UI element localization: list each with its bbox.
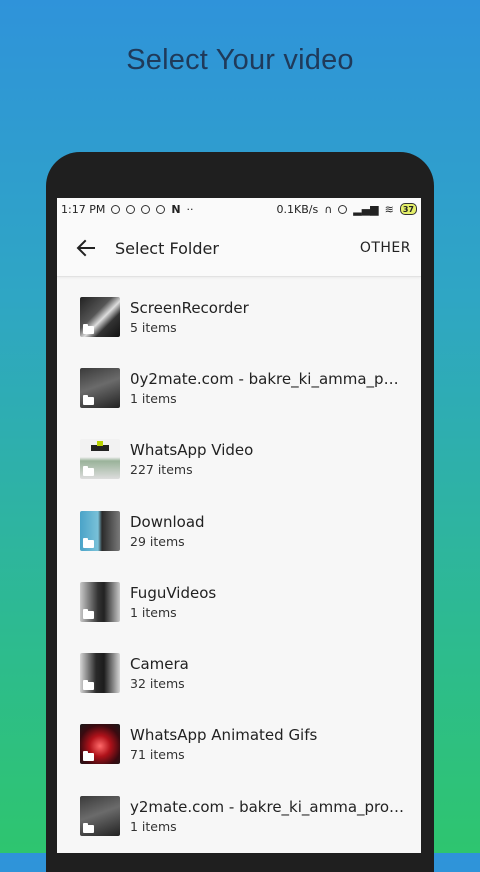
folder-icon (83, 751, 94, 762)
folder-icon (83, 323, 94, 334)
folder-name: FuguVideos (130, 583, 217, 602)
folder-thumbnail (80, 367, 120, 408)
folder-name: Camera (130, 655, 189, 674)
back-button[interactable] (57, 220, 115, 276)
camera-icon (126, 204, 136, 214)
folder-name: WhatsApp Video (130, 441, 254, 460)
folder-thumbnail (80, 795, 120, 836)
folder-icon (83, 394, 94, 405)
other-button[interactable]: OTHER (350, 240, 421, 256)
folder-icon (83, 537, 94, 548)
app-icon (141, 204, 151, 214)
folder-count: 71 items (130, 747, 185, 763)
folder-icon (83, 608, 94, 619)
list-item[interactable]: Camera 32 items (57, 637, 421, 708)
list-item[interactable]: WhatsApp Animated Gifs 71 items (57, 709, 421, 780)
folder-list: ScreenRecorder 5 items 0y2mate.com - bak… (57, 277, 421, 851)
folder-count: 227 items (130, 462, 193, 478)
alarm-clock-icon (338, 204, 348, 214)
folder-count: 29 items (130, 533, 185, 549)
folder-count: 1 items (130, 818, 177, 834)
folder-name: 0y2mate.com - bakre_ki_amma_p… (130, 369, 399, 388)
phone-screen: 1:17 PM N ·· 0.1KB/s ∩ ▂▄▆ ≋ 37 Select F… (57, 198, 421, 853)
folder-thumbnail (80, 653, 120, 694)
list-item[interactable]: WhatsApp Video 227 items (57, 424, 421, 495)
folder-thumbnail (80, 439, 120, 480)
headphones-icon: ∩ (324, 202, 333, 216)
folder-count: 32 items (130, 676, 185, 692)
folder-thumbnail (80, 510, 120, 551)
nfc-icon: N (171, 202, 181, 216)
folder-thumbnail (80, 296, 120, 337)
list-item[interactable]: y2mate.com - bakre_ki_amma_pro… 1 items (57, 780, 421, 851)
alarm-icon (156, 204, 166, 214)
battery-icon: 37 (399, 203, 417, 215)
notification-icon (111, 204, 121, 214)
folder-name: WhatsApp Animated Gifs (130, 726, 318, 745)
list-item[interactable]: Download 29 items (57, 495, 421, 566)
folder-thumbnail (80, 724, 120, 765)
folder-name: ScreenRecorder (130, 298, 249, 317)
folder-count: 1 items (130, 604, 177, 620)
list-item[interactable]: ScreenRecorder 5 items (57, 281, 421, 352)
status-bar: 1:17 PM N ·· 0.1KB/s ∩ ▂▄▆ ≋ 37 (57, 198, 421, 220)
arrow-left-icon (76, 239, 95, 257)
folder-count: 1 items (130, 390, 177, 406)
toolbar: Select Folder OTHER (57, 220, 421, 277)
folder-thumbnail (80, 581, 120, 622)
folder-name: y2mate.com - bakre_ki_amma_pro… (130, 797, 405, 816)
list-item[interactable]: FuguVideos 1 items (57, 566, 421, 637)
folder-icon (83, 680, 94, 691)
wifi-icon: ≋ (384, 202, 394, 216)
status-time: 1:17 PM (61, 202, 106, 216)
page-headline: Select Your video (126, 44, 354, 76)
folder-icon (83, 822, 94, 833)
list-item[interactable]: 0y2mate.com - bakre_ki_amma_p… 1 items (57, 352, 421, 423)
folder-count: 5 items (130, 319, 177, 335)
net-speed: 0.1KB/s (276, 202, 319, 216)
folder-name: Download (130, 512, 205, 531)
more-icon: ·· (186, 202, 194, 216)
toolbar-title: Select Folder (115, 238, 219, 258)
signal-icon: ▂▄▆ (353, 202, 379, 216)
folder-icon (83, 466, 94, 477)
